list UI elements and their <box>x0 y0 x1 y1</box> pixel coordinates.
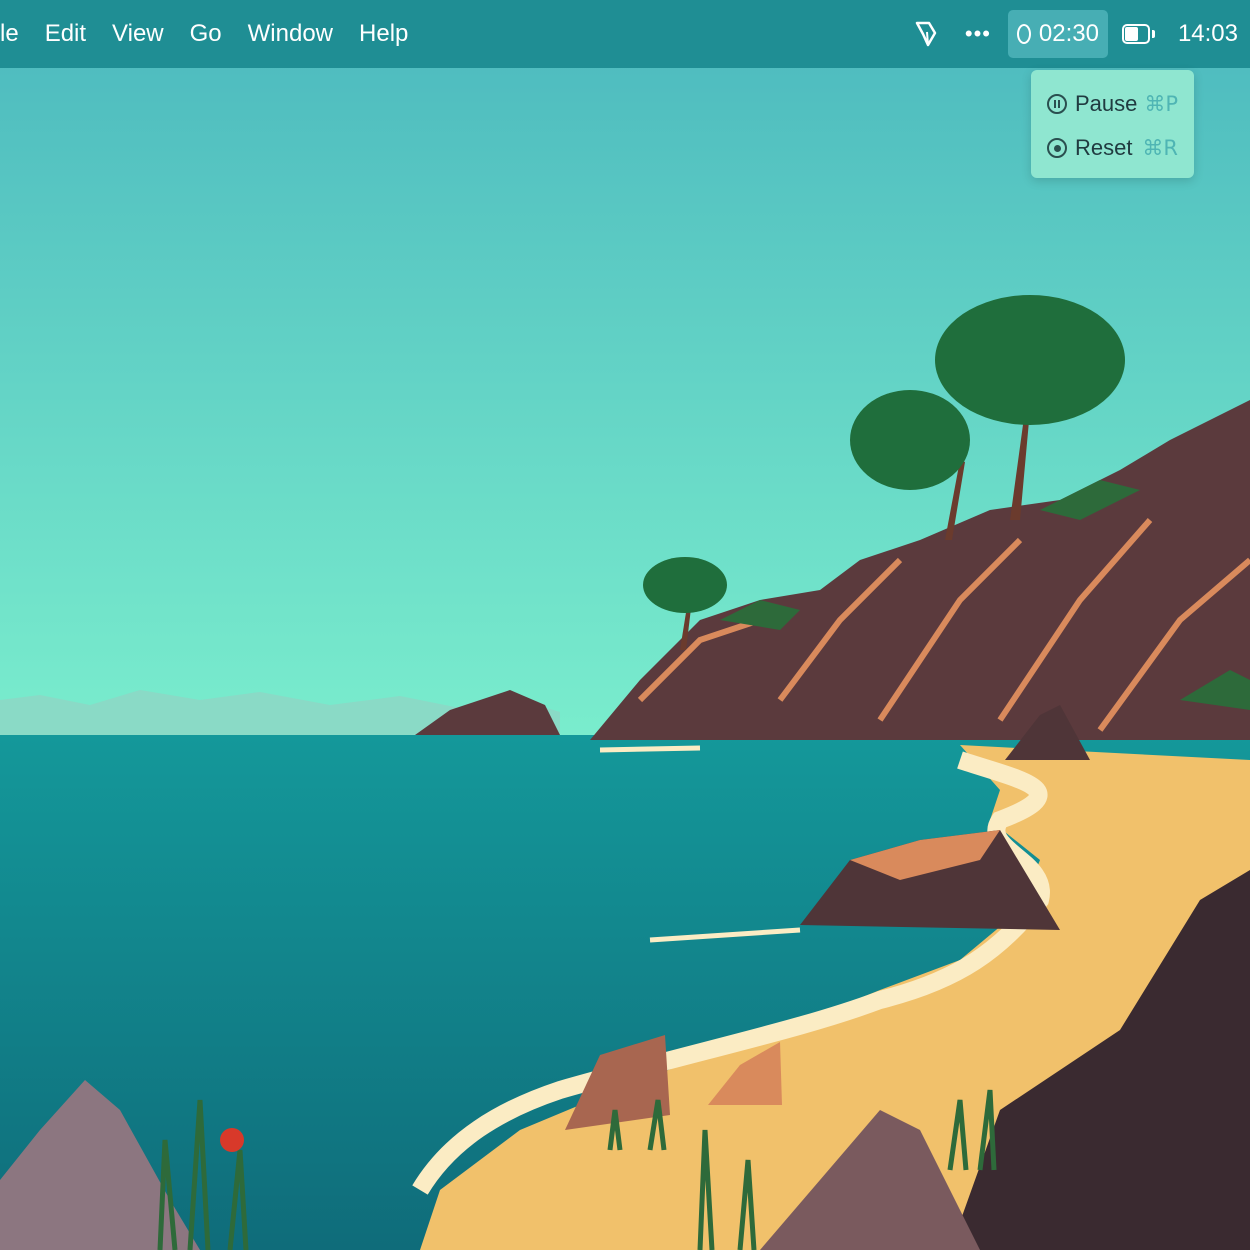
desktop-wallpaper <box>0 0 1250 1250</box>
tree-canopy-3 <box>643 557 727 613</box>
timer-dropdown-menu: Pause ⌘P Reset ⌘R <box>1031 70 1194 178</box>
pen-nib-icon[interactable] <box>912 10 940 58</box>
red-flowers <box>220 1128 244 1152</box>
menu-clock[interactable]: 14:03 <box>1178 20 1238 48</box>
timer-countdown: 02:30 <box>1038 20 1099 47</box>
tree-canopy-2 <box>850 390 970 490</box>
menu-view[interactable]: View <box>99 20 177 48</box>
shortcut-label: ⌘R <box>1142 136 1178 160</box>
app-menus: le Edit View Go Window Help <box>0 0 421 68</box>
menu-edit[interactable]: Edit <box>32 20 99 48</box>
menu-go[interactable]: Go <box>177 20 235 48</box>
menu-file[interactable]: le <box>0 20 32 48</box>
menu-help[interactable]: Help <box>346 20 421 48</box>
battery-icon[interactable] <box>1121 24 1156 44</box>
menu-bar: le Edit View Go Window Help ••• 02:30 14… <box>0 0 1250 68</box>
shortcut-label: ⌘P <box>1144 92 1178 116</box>
status-area: ••• 02:30 14:03 <box>912 0 1250 68</box>
stop-circle-icon <box>1047 138 1067 158</box>
menu-window[interactable]: Window <box>235 20 346 48</box>
timer-ring-icon <box>1016 24 1031 44</box>
menu-item-reset[interactable]: Reset ⌘R <box>1031 128 1194 168</box>
menu-item-label: Pause <box>1075 91 1138 116</box>
timer-status-button[interactable]: 02:30 <box>1007 10 1108 58</box>
tree-canopy-1 <box>935 295 1125 425</box>
pause-circle-icon <box>1047 94 1067 114</box>
menu-item-label: Reset <box>1075 135 1133 160</box>
menu-item-pause[interactable]: Pause ⌘P <box>1031 84 1194 124</box>
more-dots-icon[interactable]: ••• <box>965 10 990 58</box>
